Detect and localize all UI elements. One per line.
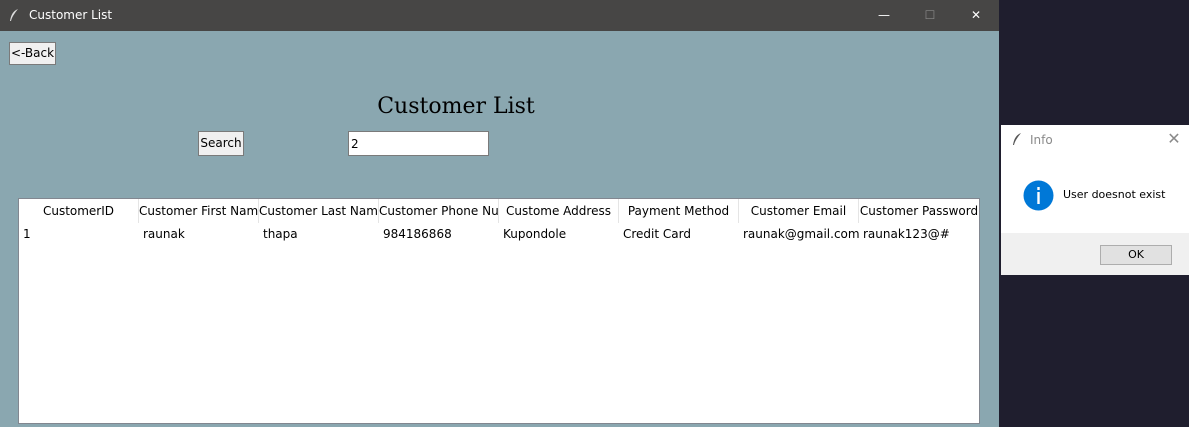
back-button[interactable]: <-Back <box>9 42 56 65</box>
column-header-customer-id[interactable]: CustomerID <box>19 199 139 223</box>
window-title: Customer List <box>29 8 113 22</box>
dialog-close-button[interactable]: ✕ <box>1165 129 1183 148</box>
table-header: CustomerID Customer First Name Customer … <box>19 199 979 223</box>
cell-customer-id: 1 <box>23 227 31 241</box>
column-header-first-name[interactable]: Customer First Name <box>139 199 259 223</box>
page-title: Customer List <box>377 94 535 119</box>
cell-last-name: thapa <box>263 227 298 241</box>
cell-first-name: raunak <box>143 227 185 241</box>
cell-email: raunak@gmail.com <box>743 227 859 241</box>
cell-address: Kupondole <box>503 227 567 241</box>
dialog-footer: OK <box>1001 233 1189 275</box>
feather-icon <box>1013 133 1021 145</box>
search-input[interactable] <box>348 131 489 156</box>
table-row[interactable]: 1 raunak thapa 984186868 Kupondole Credi… <box>19 224 979 244</box>
column-header-last-name[interactable]: Customer Last Name <box>259 199 379 223</box>
feather-icon <box>10 9 18 21</box>
customer-list-window: Customer List — ☐ ✕ <-Back Customer List… <box>0 0 999 427</box>
cell-password: raunak123@# <box>863 227 950 241</box>
column-header-payment-method[interactable]: Payment Method <box>619 199 739 223</box>
close-button[interactable]: ✕ <box>953 0 999 31</box>
cell-payment-method: Credit Card <box>623 227 691 241</box>
dialog-title: Info <box>1030 133 1053 147</box>
column-header-phone[interactable]: Customer Phone Nur <box>379 199 499 223</box>
title-bar[interactable]: Customer List — ☐ ✕ <box>0 0 999 31</box>
column-header-password[interactable]: Customer Password <box>859 199 979 223</box>
dialog-message: User doesnot exist <box>1063 188 1166 201</box>
info-icon <box>1023 180 1054 211</box>
ok-button[interactable]: OK <box>1100 245 1172 265</box>
info-dialog: Info ✕ User doesnot exist OK <box>1001 125 1189 275</box>
maximize-button[interactable]: ☐ <box>907 0 953 31</box>
search-button[interactable]: Search <box>198 131 244 156</box>
column-header-email[interactable]: Customer Email <box>739 199 859 223</box>
customer-table[interactable]: CustomerID Customer First Name Customer … <box>18 198 980 424</box>
cell-phone: 984186868 <box>383 227 452 241</box>
column-header-address[interactable]: Custome Address <box>499 199 619 223</box>
minimize-button[interactable]: — <box>861 0 907 31</box>
